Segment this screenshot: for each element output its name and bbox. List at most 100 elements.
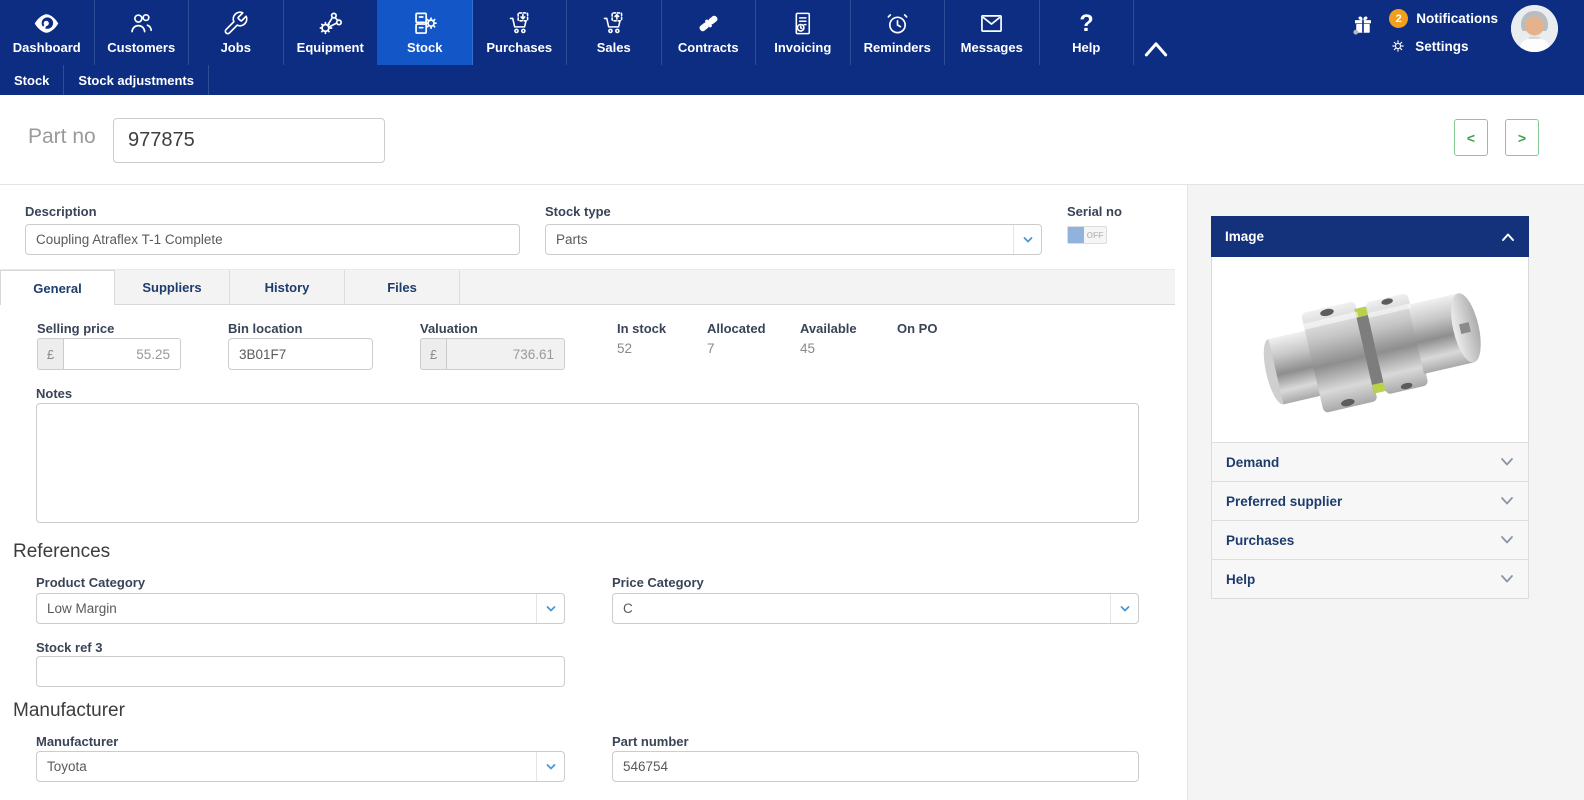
nav-label: Help [1072, 40, 1101, 55]
serial-no-label: Serial no [1067, 204, 1122, 219]
product-image [1211, 257, 1529, 443]
nav-label: Invoicing [774, 40, 832, 55]
nav-item-purchases[interactable]: Purchases [473, 0, 567, 65]
nav-main-row: Dashboard Customers Jobs Equipment Stock… [0, 0, 1584, 65]
valuation-value: 736.61 [446, 338, 565, 370]
notes-textarea[interactable] [36, 403, 1139, 523]
nav-label: Customers [107, 40, 176, 55]
subtab-stock-adjustments[interactable]: Stock adjustments [64, 65, 209, 95]
help-panel[interactable]: Help [1211, 559, 1529, 599]
chevron-down-icon [1013, 225, 1041, 254]
invoice-clock-icon [795, 12, 811, 35]
nav-item-customers[interactable]: Customers [95, 0, 189, 65]
whats-new-button[interactable] [1351, 13, 1376, 43]
price-category-label: Price Category [612, 575, 704, 590]
selling-price-value: 55.25 [63, 338, 181, 370]
preferred-supplier-panel-title: Preferred supplier [1226, 493, 1343, 509]
references-heading: References [13, 541, 111, 562]
nav-label: Reminders [863, 40, 931, 55]
tab-history[interactable]: History [230, 270, 345, 304]
wrench-icon [224, 11, 248, 35]
handshake-icon [699, 15, 718, 32]
nav-item-reminders[interactable]: Reminders [851, 0, 945, 65]
nav-item-help[interactable]: ? Help [1040, 0, 1134, 65]
next-record-button[interactable]: > [1505, 119, 1539, 156]
available-value: 45 [800, 341, 816, 356]
purchases-panel[interactable]: Purchases [1211, 520, 1529, 560]
nav-sub-row: Stock Stock adjustments [0, 65, 1584, 95]
detail-tabbar: General Suppliers History Files [0, 269, 1175, 305]
part-no-input[interactable] [113, 118, 385, 163]
on-po-label: On PO [897, 321, 938, 336]
chevron-down-icon [536, 752, 564, 781]
nav-item-equipment[interactable]: Equipment [284, 0, 378, 65]
currency-symbol: £ [37, 338, 63, 370]
protean-logo-icon [34, 14, 59, 33]
description-input[interactable] [25, 224, 520, 255]
chevron-up-icon [1502, 233, 1514, 241]
notes-label: Notes [36, 386, 73, 401]
chevron-down-icon [1501, 497, 1513, 505]
tab-suppliers[interactable]: Suppliers [115, 270, 230, 304]
nav-item-sales[interactable]: Sales [567, 0, 662, 65]
nav-item-messages[interactable]: Messages [945, 0, 1040, 65]
main-content: Description Stock type Parts Serial no O… [0, 185, 1584, 800]
help-panel-title: Help [1226, 571, 1256, 587]
chevron-down-icon [1501, 575, 1513, 583]
preferred-supplier-panel[interactable]: Preferred supplier [1211, 481, 1529, 521]
product-category-select[interactable]: Low Margin [36, 593, 565, 624]
manufacturer-select[interactable]: Toyota [36, 751, 565, 782]
serial-no-toggle[interactable]: OFF [1067, 226, 1107, 244]
nav-item-dashboard[interactable]: Dashboard [0, 0, 95, 65]
nav-label: Messages [960, 40, 1023, 55]
envelope-icon [981, 15, 1003, 32]
stock-ref3-input[interactable] [36, 656, 565, 687]
stock-type-label: Stock type [545, 204, 611, 219]
nav-item-jobs[interactable]: Jobs [189, 0, 284, 65]
nav-label: Dashboard [12, 40, 81, 55]
gift-icon [1353, 16, 1372, 35]
gear-nodes-icon [319, 12, 342, 35]
image-panel-header[interactable]: Image [1211, 216, 1529, 257]
subtab-stock[interactable]: Stock [0, 65, 65, 95]
nav-label: Equipment [296, 40, 364, 55]
tab-files[interactable]: Files [345, 270, 460, 304]
previous-record-button[interactable]: < [1454, 119, 1488, 156]
notification-badge: 2 [1389, 9, 1409, 28]
price-category-select[interactable]: C [612, 593, 1139, 624]
settings-button[interactable]: Settings [1389, 37, 1498, 55]
tab-general[interactable]: General [0, 270, 115, 305]
product-category-label: Product Category [36, 575, 146, 590]
manufacturer-heading: Manufacturer [13, 700, 125, 721]
selling-price-field[interactable]: £ 55.25 [37, 338, 181, 370]
nav-label: Purchases [486, 40, 553, 55]
nav-right-cluster: 2 Notifications Settings [1351, 5, 1558, 55]
user-avatar[interactable] [1511, 5, 1558, 52]
question-mark-icon: ? [1079, 11, 1093, 37]
chevron-down-icon [1501, 458, 1513, 466]
notifications-button[interactable]: 2 Notifications [1389, 9, 1498, 28]
toggle-state: OFF [1086, 230, 1104, 240]
demand-panel[interactable]: Demand [1211, 442, 1529, 482]
part-no-label: Part no [28, 125, 96, 148]
stock-type-select[interactable]: Parts [545, 224, 1042, 255]
nav-item-stock[interactable]: Stock [378, 0, 473, 65]
cabinet-gear-icon [415, 12, 438, 34]
stock-ref3-label: Stock ref 3 [36, 640, 103, 655]
part-number-input[interactable] [612, 751, 1139, 782]
valuation-field[interactable]: £ 736.61 [420, 338, 565, 370]
image-panel-title: Image [1225, 229, 1265, 244]
nav-item-invoicing[interactable]: Invoicing [756, 0, 851, 65]
bin-location-input[interactable] [228, 338, 373, 370]
nav-label: Jobs [220, 40, 251, 55]
nav-item-contracts[interactable]: Contracts [662, 0, 756, 65]
bin-location-label: Bin location [228, 321, 303, 336]
in-stock-value: 52 [617, 341, 633, 356]
description-label: Description [25, 204, 97, 219]
nav-collapse-button[interactable] [1134, 0, 1178, 65]
valuation-label: Valuation [420, 321, 478, 336]
manufacturer-value: Toyota [47, 759, 87, 774]
notifications-label: Notifications [1416, 11, 1498, 26]
chevron-up-icon [1144, 42, 1168, 57]
alarm-clock-icon [887, 14, 908, 34]
